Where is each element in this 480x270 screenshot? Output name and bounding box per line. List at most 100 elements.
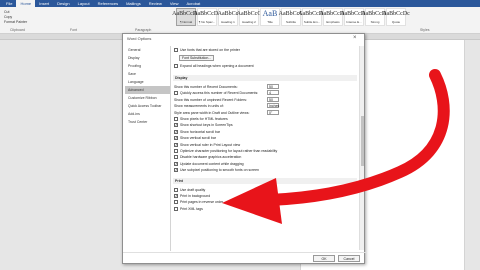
option-row[interactable]: Use draft quality [174, 187, 205, 193]
style-3[interactable]: AaBbCcC Heading 2 [237, 8, 261, 26]
option-row[interactable]: ✓ Show vertical ruler in Print Layout vie… [174, 142, 240, 148]
checkbox[interactable] [174, 200, 178, 205]
nav-item-quick-access-toolbar[interactable]: Quick Access Toolbar [125, 102, 170, 110]
option-row[interactable]: ✓ Update document content while dragging [174, 161, 244, 167]
checkbox[interactable] [174, 206, 178, 211]
option-row[interactable]: Show measurements in units of: [174, 103, 224, 109]
style-1[interactable]: AaBbCcDc ¶ No Spac... [193, 8, 221, 26]
tab-mailings[interactable]: Mailings [122, 0, 145, 7]
display-section-header: Display [173, 75, 357, 81]
nav-item-add-ins[interactable]: Add-ins [125, 110, 170, 118]
scrollbar-thumb[interactable] [361, 116, 364, 166]
cancel-button[interactable]: Cancel [338, 255, 360, 262]
option-row[interactable]: ✓ Show shortcut keys in ScreenTips [174, 122, 233, 128]
options-scrollbar[interactable] [359, 46, 364, 250]
option-row[interactable]: Print pages in reverse order [174, 199, 223, 205]
checkbox-checked[interactable]: ✓ [174, 142, 178, 147]
checkbox[interactable] [174, 48, 178, 52]
option-row[interactable]: Expand all headings when opening a docum… [174, 63, 254, 69]
style-4[interactable]: AaB Title [260, 8, 280, 26]
tab-acrobat[interactable]: Acrobat [182, 0, 204, 7]
option-label: Show this number of Recent Documents: [174, 85, 238, 89]
style-2[interactable]: AaBbCc Heading 1 [218, 8, 238, 26]
checkbox[interactable] [174, 91, 178, 96]
option-row[interactable]: ✓ Show horizontal scroll bar [174, 129, 220, 135]
option-label: Expand all headings when opening a docum… [180, 64, 254, 68]
tab-view[interactable]: View [166, 0, 183, 7]
tab-design[interactable]: Design [53, 0, 73, 7]
style-label: Subtitle [285, 20, 296, 24]
option-label: Show vertical scroll bar [180, 136, 216, 141]
value-input[interactable]: 0" [267, 109, 279, 115]
checkbox-checked[interactable]: ✓ [174, 194, 178, 198]
checkbox[interactable] [174, 187, 178, 192]
style-label: Title [267, 20, 273, 24]
checkbox[interactable] [174, 155, 178, 160]
style-label: Intense E... [346, 20, 362, 24]
cut-button[interactable]: Cut [4, 10, 9, 14]
tab-review[interactable]: Review [145, 0, 166, 7]
nav-item-advanced[interactable]: Advanced [125, 86, 170, 94]
tab-references[interactable]: References [94, 0, 122, 7]
nav-item-language[interactable]: Language [125, 78, 170, 86]
tab-file[interactable]: File [2, 0, 16, 7]
option-row[interactable]: Show pixels for HTML features [174, 116, 228, 122]
close-icon[interactable]: × [353, 35, 357, 41]
option-row[interactable]: Quickly access this number of Recent Doc… [174, 90, 258, 96]
checkbox[interactable] [174, 64, 178, 68]
nav-item-save[interactable]: Save [125, 70, 170, 78]
nav-item-general[interactable]: General [125, 46, 170, 54]
checkbox[interactable] [174, 149, 178, 153]
option-label: Use fonts that are stored on the printer [180, 48, 240, 52]
nav-item-customize-ribbon[interactable]: Customize Ribbon [125, 94, 170, 102]
value-input[interactable]: 4 [267, 90, 279, 96]
checkbox[interactable] [174, 117, 178, 121]
nav-item-trust-center[interactable]: Trust Center [125, 118, 170, 126]
option-label: Show this number of unpinned Recent Fold… [174, 97, 247, 102]
option-row[interactable]: Optimize character positioning for layou… [174, 148, 277, 154]
option-label: Font Substitution... [182, 56, 212, 60]
checkbox-checked[interactable]: ✓ [174, 168, 178, 173]
ok-button[interactable]: OK [313, 255, 335, 262]
style-label: Strong [370, 20, 380, 24]
checkbox-checked[interactable]: ✓ [174, 129, 178, 134]
option-label: Disable hardware graphics acceleration [180, 155, 242, 160]
option-label: Use subpixel positioning to smooth fonts… [180, 168, 259, 173]
value-input[interactable]: 50 [267, 84, 279, 89]
option-label: Show horizontal scroll bar [180, 129, 221, 134]
option-row[interactable]: Style area pane width in Draft and Outli… [174, 110, 249, 116]
style-preview: AaBbCc [217, 11, 239, 17]
option-row[interactable]: ✓ Use subpixel positioning to smooth font… [174, 167, 259, 173]
option-row[interactable]: Print XML tags [174, 206, 203, 212]
option-label: Print XML tags [180, 206, 203, 211]
option-row[interactable]: ✓ Print in background [174, 193, 210, 199]
value-input[interactable]: Inches [267, 103, 279, 109]
tab-home[interactable]: Home [16, 0, 36, 7]
font-substitution-button[interactable]: Font Substitution... [179, 55, 215, 61]
checkbox-checked[interactable]: ✓ [174, 123, 178, 128]
tab-layout[interactable]: Layout [74, 0, 94, 7]
option-label: Show vertical ruler in Print Layout view [180, 142, 241, 147]
option-row[interactable]: ✓ Show vertical scroll bar [174, 135, 216, 141]
nav-item-proofing[interactable]: Proofing [125, 62, 170, 70]
copy-button[interactable]: Copy [4, 15, 12, 19]
style-label: ¶ Normal [179, 20, 193, 24]
nav-divider [170, 46, 171, 251]
value-input[interactable]: 50 [267, 96, 279, 102]
paragraph-group-label: Paragraph [135, 28, 152, 32]
advanced-options-pane: Use fonts that are stored on the printer… [172, 46, 359, 250]
option-label: Show pixels for HTML features [180, 117, 228, 121]
option-row[interactable]: Show this number of unpinned Recent Fold… [174, 97, 247, 103]
styles-group-label: Styles [420, 28, 430, 32]
format-painter-button[interactable]: Format Painter [4, 20, 27, 24]
checkbox-checked[interactable]: ✓ [174, 136, 178, 141]
option-label: Quickly access this number of Recent Doc… [180, 91, 259, 96]
style-label: ¶ No Spac... [198, 20, 216, 24]
checkbox-checked[interactable]: ✓ [174, 161, 178, 166]
tab-insert[interactable]: Insert [35, 0, 53, 7]
option-row[interactable]: Use fonts that are stored on the printer [174, 47, 240, 53]
option-row[interactable]: Show this number of Recent Documents: [174, 84, 238, 90]
nav-item-display[interactable]: Display [125, 54, 170, 62]
style-10[interactable]: AaBbCcDc Quote [382, 8, 410, 26]
option-row[interactable]: Disable hardware graphics acceleration [174, 154, 241, 160]
